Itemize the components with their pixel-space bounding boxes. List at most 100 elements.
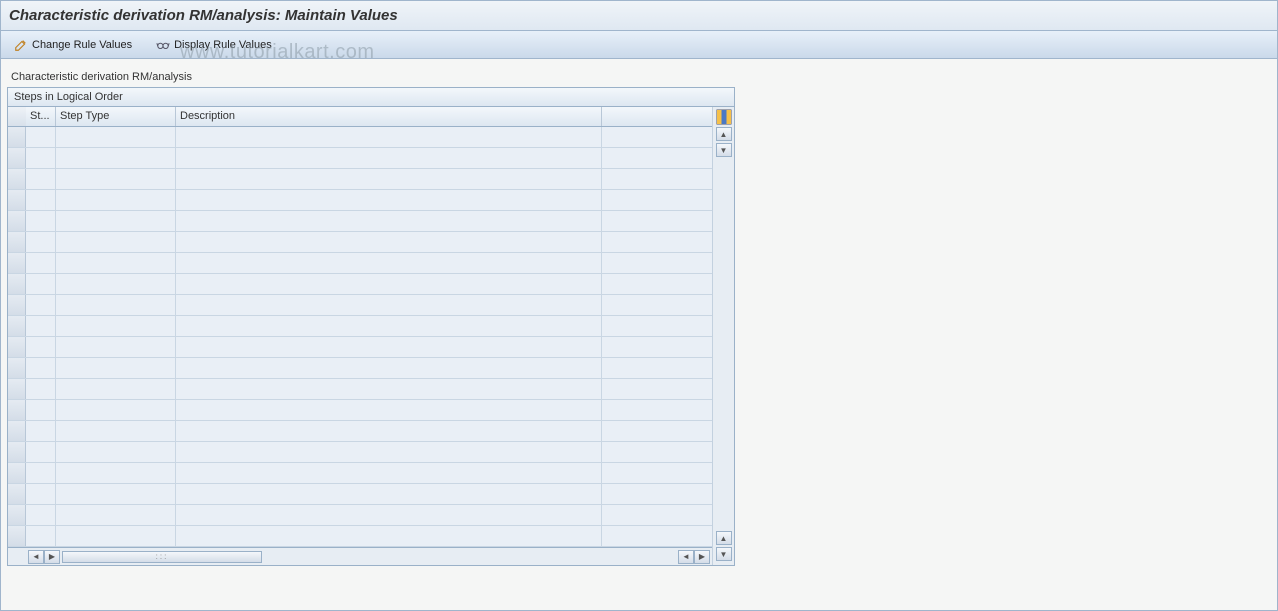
cell-description[interactable] <box>176 337 602 357</box>
cell-step-type[interactable] <box>56 526 176 546</box>
cell-description[interactable] <box>176 379 602 399</box>
cell-step-type[interactable] <box>56 295 176 315</box>
cell-description[interactable] <box>176 421 602 441</box>
vscroll-step-down-button[interactable]: ▼ <box>716 143 732 157</box>
cell-description[interactable] <box>176 148 602 168</box>
row-selector[interactable] <box>8 442 26 462</box>
hscroll-left-end-button[interactable]: ◄ <box>28 550 44 564</box>
table-row[interactable] <box>8 232 712 253</box>
cell-step-type[interactable] <box>56 421 176 441</box>
cell-step-type[interactable] <box>56 316 176 336</box>
cell-step-type[interactable] <box>56 484 176 504</box>
table-row[interactable] <box>8 421 712 442</box>
row-selector[interactable] <box>8 316 26 336</box>
cell-st[interactable] <box>26 505 56 525</box>
cell-st[interactable] <box>26 442 56 462</box>
cell-st[interactable] <box>26 316 56 336</box>
cell-step-type[interactable] <box>56 379 176 399</box>
table-row[interactable] <box>8 127 712 148</box>
cell-step-type[interactable] <box>56 127 176 147</box>
cell-description[interactable] <box>176 295 602 315</box>
row-selector[interactable] <box>8 232 26 252</box>
row-selector[interactable] <box>8 274 26 294</box>
cell-description[interactable] <box>176 190 602 210</box>
cell-st[interactable] <box>26 190 56 210</box>
cell-st[interactable] <box>26 232 56 252</box>
cell-description[interactable] <box>176 232 602 252</box>
cell-step-type[interactable] <box>56 463 176 483</box>
hscroll-thumb[interactable]: ::: <box>62 551 262 563</box>
cell-description[interactable] <box>176 316 602 336</box>
table-row[interactable] <box>8 148 712 169</box>
row-selector[interactable] <box>8 379 26 399</box>
cell-st[interactable] <box>26 295 56 315</box>
row-selector[interactable] <box>8 127 26 147</box>
table-row[interactable] <box>8 337 712 358</box>
cell-st[interactable] <box>26 148 56 168</box>
row-selector[interactable] <box>8 295 26 315</box>
table-row[interactable] <box>8 274 712 295</box>
cell-description[interactable] <box>176 400 602 420</box>
hscroll-right-button[interactable]: ◄ <box>678 550 694 564</box>
cell-description[interactable] <box>176 484 602 504</box>
table-row[interactable] <box>8 211 712 232</box>
cell-step-type[interactable] <box>56 148 176 168</box>
table-row[interactable] <box>8 190 712 211</box>
table-row[interactable] <box>8 316 712 337</box>
cell-st[interactable] <box>26 421 56 441</box>
hscroll-left-button[interactable]: ▶ <box>44 550 60 564</box>
row-selector[interactable] <box>8 358 26 378</box>
vscroll-down-button[interactable]: ▼ <box>716 547 732 561</box>
cell-description[interactable] <box>176 358 602 378</box>
table-row[interactable] <box>8 358 712 379</box>
cell-step-type[interactable] <box>56 358 176 378</box>
row-selector[interactable] <box>8 421 26 441</box>
table-row[interactable] <box>8 526 712 547</box>
cell-description[interactable] <box>176 274 602 294</box>
vscroll-up-button[interactable]: ▲ <box>716 127 732 141</box>
cell-step-type[interactable] <box>56 211 176 231</box>
hscroll-right-end-button[interactable]: ▶ <box>694 550 710 564</box>
row-selector[interactable] <box>8 337 26 357</box>
table-row[interactable] <box>8 169 712 190</box>
cell-description[interactable] <box>176 211 602 231</box>
row-selector[interactable] <box>8 400 26 420</box>
vscroll-step-up-button[interactable]: ▲ <box>716 531 732 545</box>
table-row[interactable] <box>8 295 712 316</box>
row-selector[interactable] <box>8 505 26 525</box>
table-row[interactable] <box>8 400 712 421</box>
cell-description[interactable] <box>176 442 602 462</box>
row-selector[interactable] <box>8 169 26 189</box>
table-row[interactable] <box>8 484 712 505</box>
cell-st[interactable] <box>26 274 56 294</box>
column-header-st[interactable]: St... <box>26 107 56 126</box>
table-row[interactable] <box>8 379 712 400</box>
row-selector[interactable] <box>8 484 26 504</box>
cell-st[interactable] <box>26 358 56 378</box>
cell-st[interactable] <box>26 169 56 189</box>
cell-st[interactable] <box>26 526 56 546</box>
row-selector[interactable] <box>8 253 26 273</box>
configure-columns-icon[interactable] <box>716 109 732 125</box>
cell-step-type[interactable] <box>56 400 176 420</box>
display-rule-values-button[interactable]: Display Rule Values <box>149 35 279 55</box>
row-selector[interactable] <box>8 211 26 231</box>
cell-st[interactable] <box>26 253 56 273</box>
cell-step-type[interactable] <box>56 253 176 273</box>
cell-description[interactable] <box>176 127 602 147</box>
select-all-header[interactable] <box>8 107 26 126</box>
table-row[interactable] <box>8 505 712 526</box>
cell-st[interactable] <box>26 484 56 504</box>
row-selector[interactable] <box>8 148 26 168</box>
cell-step-type[interactable] <box>56 505 176 525</box>
cell-step-type[interactable] <box>56 442 176 462</box>
cell-st[interactable] <box>26 379 56 399</box>
table-row[interactable] <box>8 463 712 484</box>
change-rule-values-button[interactable]: Change Rule Values <box>7 35 139 55</box>
cell-step-type[interactable] <box>56 337 176 357</box>
table-row[interactable] <box>8 253 712 274</box>
cell-description[interactable] <box>176 526 602 546</box>
cell-step-type[interactable] <box>56 169 176 189</box>
cell-description[interactable] <box>176 505 602 525</box>
cell-description[interactable] <box>176 463 602 483</box>
